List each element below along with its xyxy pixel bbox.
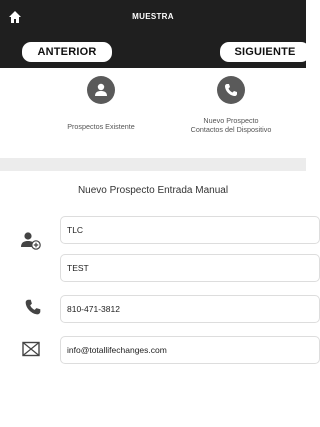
page-title: MUESTRA [132, 12, 174, 21]
person-icon [95, 83, 107, 96]
phone-circle-icon [217, 76, 245, 104]
first-name-field[interactable]: TLC [60, 216, 320, 244]
phone-icon [225, 84, 237, 96]
device-contacts-label-line2: Contactos del Dispositivo [190, 125, 272, 134]
prospect-options: Prospectos Existente Nuevo Prospecto Con… [0, 68, 306, 158]
device-contacts-option[interactable]: Nuevo Prospecto Contactos del Dispositiv… [156, 76, 306, 134]
existing-prospects-label: Prospectos Existente [67, 122, 135, 131]
top-bar: MUESTRA ANTERIOR SIGUIENTE [0, 0, 310, 68]
previous-button[interactable]: ANTERIOR [22, 42, 112, 62]
device-contacts-label: Nuevo Prospecto Contactos del Dispositiv… [156, 116, 306, 134]
last-name-field[interactable]: TEST [60, 254, 320, 282]
phone-icon [25, 299, 41, 315]
email-field[interactable]: info@totallifechanges.com [60, 336, 320, 364]
device-contacts-label-line1: Nuevo Prospecto [203, 116, 259, 125]
section-divider [0, 158, 306, 171]
existing-prospects-option[interactable]: Prospectos Existente [26, 76, 176, 131]
add-person-icon [21, 232, 41, 250]
phone-field[interactable]: 810-471-3812 [60, 295, 320, 323]
manual-entry-form: Nuevo Prospecto Entrada Manual TLC TEST … [0, 171, 320, 427]
mail-icon [22, 341, 40, 357]
person-circle-icon [87, 76, 115, 104]
form-title: Nuevo Prospecto Entrada Manual [77, 185, 229, 196]
next-button[interactable]: SIGUIENTE [220, 42, 310, 62]
